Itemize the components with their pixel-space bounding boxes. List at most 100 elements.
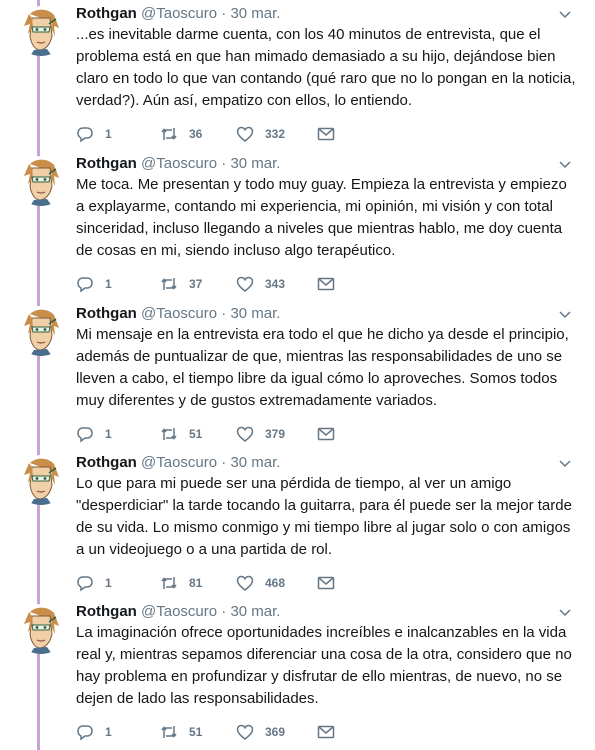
like-button[interactable]: 468 [236, 573, 285, 593]
heart-icon [236, 126, 254, 142]
author-handle[interactable]: @Taoscuro [141, 305, 217, 322]
reply-count: 1 [105, 725, 112, 739]
reply-button[interactable]: 1 [76, 124, 112, 144]
chevron-down-icon[interactable] [557, 455, 573, 471]
tweet: Rothgan @Taoscuro · 30 mar. ...es inevit… [0, 0, 595, 148]
like-count: 369 [265, 725, 286, 739]
like-button[interactable]: 332 [236, 124, 285, 144]
tweet-date[interactable]: 30 mar. [230, 603, 280, 620]
heart-icon [236, 276, 254, 292]
direct-message-button[interactable] [317, 274, 335, 294]
heart-icon [236, 724, 254, 740]
separator-dot: · [221, 5, 227, 22]
reply-icon [77, 127, 93, 143]
envelope-icon [317, 427, 335, 441]
heart-icon [236, 575, 254, 591]
like-button[interactable]: 369 [236, 722, 285, 742]
avatar[interactable] [16, 306, 66, 356]
tweet-date[interactable]: 30 mar. [230, 305, 280, 322]
tweet-text: La imaginación ofrece oportunidades incr… [76, 624, 572, 707]
tweet-date[interactable]: 30 mar. [230, 454, 280, 471]
tweet-header: Rothgan @Taoscuro · 30 mar. [76, 4, 280, 24]
direct-message-button[interactable] [317, 124, 335, 144]
retweet-button[interactable]: 81 [160, 573, 202, 593]
chevron-down-icon[interactable] [557, 604, 573, 620]
tweet: Rothgan @Taoscuro · 30 mar. La imaginaci… [0, 598, 595, 746]
author-name[interactable]: Rothgan [76, 155, 137, 172]
chevron-down-icon[interactable] [557, 306, 573, 322]
avatar[interactable] [16, 604, 66, 654]
tweet-date[interactable]: 30 mar. [230, 155, 280, 172]
retweet-icon [161, 428, 177, 440]
tweet: Rothgan @Taoscuro · 30 mar. Mi mensaje e… [0, 300, 595, 448]
reply-count: 1 [105, 127, 112, 141]
direct-message-button[interactable] [317, 573, 335, 593]
like-button[interactable]: 379 [236, 424, 285, 444]
like-button[interactable]: 343 [236, 274, 285, 294]
retweet-count: 81 [189, 576, 203, 590]
tweet-text: Me toca. Me presentan y todo muy guay. E… [76, 176, 567, 259]
like-count: 332 [265, 127, 286, 141]
reply-icon [77, 277, 93, 293]
separator-dot: · [221, 603, 227, 620]
avatar[interactable] [16, 455, 66, 505]
tweet-text: ...es inevitable darme cuenta, con los 4… [76, 26, 576, 109]
author-name[interactable]: Rothgan [76, 305, 137, 322]
like-count: 343 [265, 277, 286, 291]
chevron-down-icon[interactable] [557, 6, 573, 22]
separator-dot: · [221, 454, 227, 471]
reply-count: 1 [105, 427, 112, 441]
retweet-count: 51 [189, 427, 203, 441]
envelope-icon [317, 576, 335, 590]
tweet-text: Mi mensaje en la entrevista era todo el … [76, 326, 569, 409]
direct-message-button[interactable] [317, 424, 335, 444]
retweet-button[interactable]: 36 [160, 124, 202, 144]
retweet-count: 37 [189, 277, 203, 291]
heart-icon [236, 426, 254, 442]
retweet-button[interactable]: 37 [160, 274, 202, 294]
reply-count: 1 [105, 576, 112, 590]
tweet-date[interactable]: 30 mar. [230, 5, 280, 22]
author-name[interactable]: Rothgan [76, 603, 137, 620]
separator-dot: · [221, 155, 227, 172]
reply-icon [77, 725, 93, 741]
tweet-header: Rothgan @Taoscuro · 30 mar. [76, 453, 280, 473]
avatar[interactable] [16, 156, 66, 206]
tweet-header: Rothgan @Taoscuro · 30 mar. [76, 602, 280, 622]
like-count: 379 [265, 427, 286, 441]
direct-message-button[interactable] [317, 722, 335, 742]
author-handle[interactable]: @Taoscuro [141, 454, 217, 471]
retweet-button[interactable]: 51 [160, 722, 202, 742]
avatar[interactable] [16, 6, 66, 56]
reply-button[interactable]: 1 [76, 274, 112, 294]
reply-icon [77, 427, 93, 443]
retweet-count: 51 [189, 725, 203, 739]
author-name[interactable]: Rothgan [76, 5, 137, 22]
reply-button[interactable]: 1 [76, 424, 112, 444]
separator-dot: · [221, 305, 227, 322]
author-handle[interactable]: @Taoscuro [141, 5, 217, 22]
tweet-header: Rothgan @Taoscuro · 30 mar. [76, 304, 280, 324]
reply-count: 1 [105, 277, 112, 291]
reply-button[interactable]: 1 [76, 573, 112, 593]
retweet-icon [161, 726, 177, 738]
reply-button[interactable]: 1 [76, 722, 112, 742]
author-handle[interactable]: @Taoscuro [141, 155, 217, 172]
retweet-icon [161, 577, 177, 589]
tweet-header: Rothgan @Taoscuro · 30 mar. [76, 154, 280, 174]
author-handle[interactable]: @Taoscuro [141, 603, 217, 620]
tweet: Rothgan @Taoscuro · 30 mar. Lo que para … [0, 449, 595, 597]
retweet-button[interactable]: 51 [160, 424, 202, 444]
envelope-icon [317, 277, 335, 291]
chevron-down-icon[interactable] [557, 156, 573, 172]
tweet: Rothgan @Taoscuro · 30 mar. Me toca. Me … [0, 150, 595, 298]
retweet-icon [161, 278, 177, 290]
author-name[interactable]: Rothgan [76, 454, 137, 471]
retweet-icon [161, 128, 177, 140]
tweet-text: Lo que para mi puede ser una pérdida de … [76, 475, 572, 558]
envelope-icon [317, 127, 335, 141]
reply-icon [77, 576, 93, 592]
like-count: 468 [265, 576, 286, 590]
envelope-icon [317, 725, 335, 739]
retweet-count: 36 [189, 127, 203, 141]
